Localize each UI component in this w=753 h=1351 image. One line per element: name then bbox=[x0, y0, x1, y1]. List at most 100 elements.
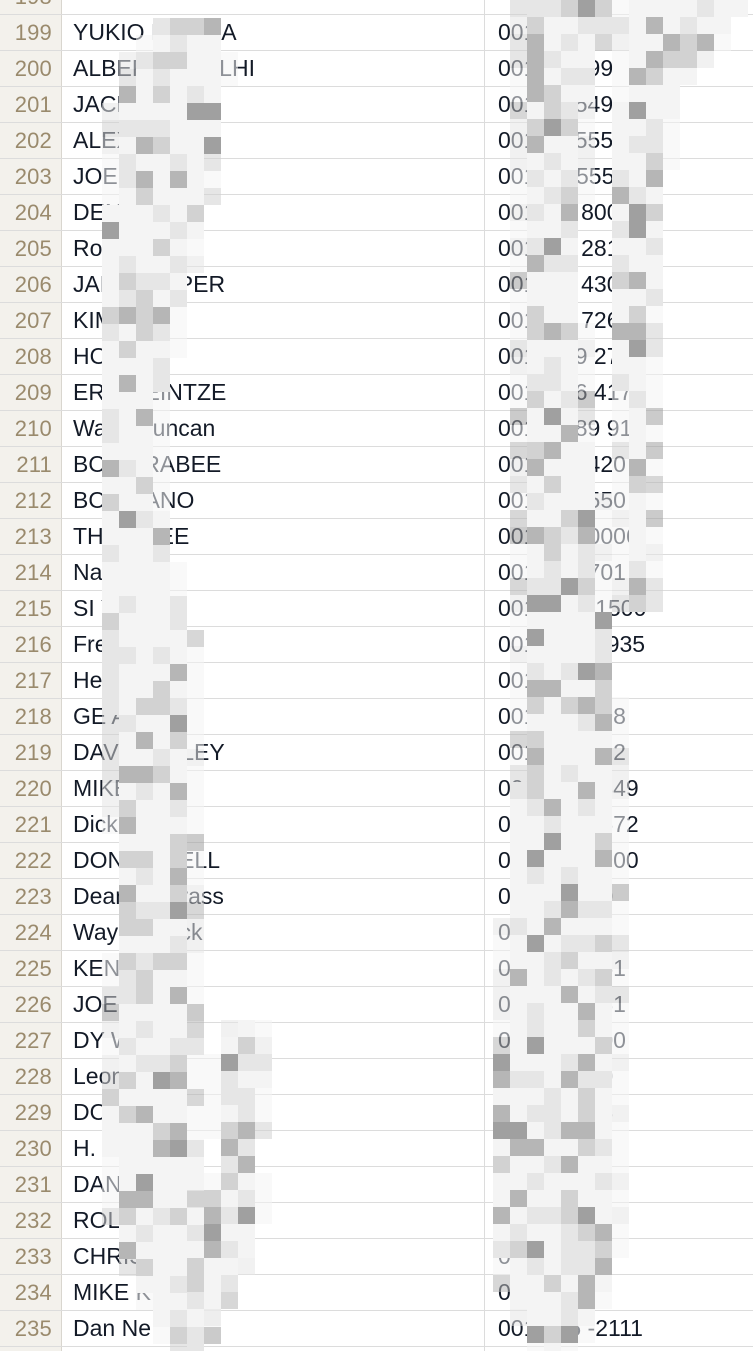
table-row[interactable]: 215 SI Y KIM 001 562- 1500 bbox=[0, 591, 753, 627]
row-number-cell[interactable]: 209 bbox=[0, 375, 62, 410]
row-number-cell[interactable]: 210 bbox=[0, 411, 62, 446]
phone-cell[interactable]: 001 540 27 bbox=[485, 915, 753, 950]
phone-cell[interactable]: 001 70 89 91 bbox=[485, 411, 753, 446]
row-number-cell[interactable]: 205 bbox=[0, 231, 62, 266]
phone-cell[interactable]: 001 3 ( 5559 bbox=[485, 159, 753, 194]
table-row[interactable]: 221 Dick C 001 402 5572 bbox=[0, 807, 753, 843]
phone-cell[interactable]: 001 2 4549 bbox=[485, 87, 753, 122]
table-row[interactable]: 228 Leon Ger 001 30 020 bbox=[0, 1059, 753, 1095]
name-cell[interactable]: ERN HEINTZE bbox=[62, 375, 485, 410]
table-row[interactable]: 224 Wayn aylock 001 540 27 bbox=[0, 915, 753, 951]
table-row[interactable]: 233 CHRIS A L 001 2708 bbox=[0, 1239, 753, 1275]
table-row[interactable]: 209 ERN HEINTZE 001 21 6 417 bbox=[0, 375, 753, 411]
phone-cell[interactable]: 001 2 003 bbox=[485, 1131, 753, 1166]
table-row[interactable]: 202 ALEX D 001 5 5555 bbox=[0, 123, 753, 159]
phone-cell[interactable]: 001 314 4349 bbox=[485, 771, 753, 806]
row-number-cell[interactable]: 236 bbox=[0, 1347, 62, 1351]
row-number-cell[interactable]: 204 bbox=[0, 195, 62, 230]
phone-cell[interactable]: 001 732 550 bbox=[485, 483, 753, 518]
row-number-cell[interactable]: 233 bbox=[0, 1239, 62, 1274]
row-number-cell[interactable]: 203 bbox=[0, 159, 62, 194]
name-cell[interactable]: SI Y KIM bbox=[62, 591, 485, 626]
row-number-cell[interactable]: 201 bbox=[0, 87, 62, 122]
row-number-cell[interactable]: 231 bbox=[0, 1167, 62, 1202]
phone-cell[interactable]: 001 60 1522 bbox=[485, 735, 753, 770]
table-row[interactable]: 203 JOE 001 3 ( 5559 bbox=[0, 159, 753, 195]
table-row[interactable]: 232 ROL M 001 100 bbox=[0, 1203, 753, 1239]
name-cell[interactable]: Dick C bbox=[62, 807, 485, 842]
row-number-cell[interactable]: 202 bbox=[0, 123, 62, 158]
phone-cell[interactable]: 001 60 81 bbox=[485, 663, 753, 698]
name-cell[interactable]: BO ARRABEE bbox=[62, 447, 485, 482]
name-cell[interactable]: JOE bbox=[62, 159, 485, 194]
row-number-cell[interactable]: 230 bbox=[0, 1131, 62, 1166]
phone-cell[interactable]: 001 562- 1500 bbox=[485, 591, 753, 626]
name-cell[interactable]: DO ADDI bbox=[62, 1095, 485, 1130]
name-cell[interactable]: JAM COOPER bbox=[62, 267, 485, 302]
table-row[interactable]: 229 DO ADDI 001 57 018 bbox=[0, 1095, 753, 1131]
table-row[interactable]: 217 He k, Jr. 001 60 81 bbox=[0, 663, 753, 699]
table-row[interactable]: 211 BO ARRABEE 001 925 420 bbox=[0, 447, 753, 483]
phone-cell[interactable]: 001 716 -2111 bbox=[485, 1311, 753, 1346]
name-cell[interactable]: YUKIO KOJIMA bbox=[62, 15, 485, 50]
table-row[interactable]: 206 JAM COOPER 001 9 8 430 bbox=[0, 267, 753, 303]
row-number-cell[interactable]: 207 bbox=[0, 303, 62, 338]
row-number-cell[interactable]: 226 bbox=[0, 987, 62, 1022]
phone-cell[interactable]: 001 2708 bbox=[485, 1239, 753, 1274]
row-number-cell[interactable]: 215 bbox=[0, 591, 62, 626]
phone-cell[interactable]: 001 63 9 277 bbox=[485, 339, 753, 374]
table-row[interactable]: 227 DY W NER 001 248 200 bbox=[0, 1023, 753, 1059]
table-row[interactable]: 222 DONA DOELL 001 908 4900 bbox=[0, 843, 753, 879]
table-row[interactable]: 198 bbox=[0, 0, 753, 15]
row-number-cell[interactable]: 223 bbox=[0, 879, 62, 914]
phone-cell[interactable]: 001 62 3698 bbox=[485, 699, 753, 734]
phone-cell[interactable]: 001 3 7 281 bbox=[485, 231, 753, 266]
row-number-cell[interactable]: 216 bbox=[0, 627, 62, 662]
row-number-cell[interactable]: 225 bbox=[0, 951, 62, 986]
phone-cell[interactable]: 001 3 3 800 bbox=[485, 195, 753, 230]
row-number-cell[interactable]: 228 bbox=[0, 1059, 62, 1094]
phone-cell[interactable]: 001 973 0006 bbox=[485, 519, 753, 554]
table-row[interactable]: 212 BO AGANO 001 732 550 bbox=[0, 483, 753, 519]
phone-cell[interactable]: 001 931 581 bbox=[485, 987, 753, 1022]
name-cell[interactable]: TH AS LEE bbox=[62, 519, 485, 554]
row-number-cell[interactable]: 198 bbox=[0, 0, 62, 14]
name-cell[interactable]: GE AN bbox=[62, 699, 485, 734]
row-number-cell[interactable]: 214 bbox=[0, 555, 62, 590]
name-cell[interactable]: DONA DOELL bbox=[62, 843, 485, 878]
row-number-cell[interactable]: 213 bbox=[0, 519, 62, 554]
row-number-cell[interactable]: 221 bbox=[0, 807, 62, 842]
row-number-cell[interactable]: 208 bbox=[0, 339, 62, 374]
name-cell[interactable]: DEN LTACK bbox=[62, 195, 485, 230]
name-cell[interactable]: DONALD PUGH bbox=[62, 1347, 485, 1351]
name-cell[interactable]: Wayn aylock bbox=[62, 915, 485, 950]
phone-cell[interactable]: 001 949 40 bbox=[485, 879, 753, 914]
phone-cell[interactable] bbox=[485, 0, 753, 14]
phone-cell[interactable]: 001 21 6 417 bbox=[485, 375, 753, 410]
phone-cell[interactable]: 001 925 420 bbox=[485, 447, 753, 482]
row-number-cell[interactable]: 235 bbox=[0, 1311, 62, 1346]
row-number-cell[interactable]: 224 bbox=[0, 915, 62, 950]
name-cell[interactable]: Dan Ne bbox=[62, 1311, 485, 1346]
phone-cell[interactable]: 001 714 701 bbox=[485, 555, 753, 590]
phone-cell[interactable]: 001 287 bbox=[485, 1167, 753, 1202]
name-cell[interactable]: MIKE E bbox=[62, 771, 485, 806]
name-cell[interactable]: Fre fest bbox=[62, 627, 485, 662]
table-row[interactable]: 235 Dan Ne 001 716 -2111 bbox=[0, 1311, 753, 1347]
table-row[interactable]: 216 Fre fest 001 843 7 935 bbox=[0, 627, 753, 663]
table-row[interactable]: 220 MIKE E 001 314 4349 bbox=[0, 771, 753, 807]
name-cell[interactable]: KENJI NII bbox=[62, 951, 485, 986]
phone-cell[interactable]: 001 908 4900 bbox=[485, 843, 753, 878]
name-cell[interactable]: ALBERT A HALHI bbox=[62, 51, 485, 86]
name-cell[interactable]: JACK ERSON bbox=[62, 87, 485, 122]
phone-cell[interactable]: 001 9 8 430 bbox=[485, 267, 753, 302]
name-cell[interactable]: Rode rral bbox=[62, 231, 485, 266]
table-row[interactable]: 236DONALD PUGH001 425 2 53400 bbox=[0, 1347, 753, 1351]
name-cell[interactable]: MIKE K ER bbox=[62, 1275, 485, 1310]
table-row[interactable]: 225 KENJI NII 001 812 351 bbox=[0, 951, 753, 987]
row-number-cell[interactable]: 218 bbox=[0, 699, 62, 734]
phone-cell[interactable]: 001 31 799 bbox=[485, 51, 753, 86]
table-row[interactable]: 231 DAN IDI 001 287 bbox=[0, 1167, 753, 1203]
row-number-cell[interactable]: 206 bbox=[0, 267, 62, 302]
name-cell[interactable]: Na n bbox=[62, 555, 485, 590]
